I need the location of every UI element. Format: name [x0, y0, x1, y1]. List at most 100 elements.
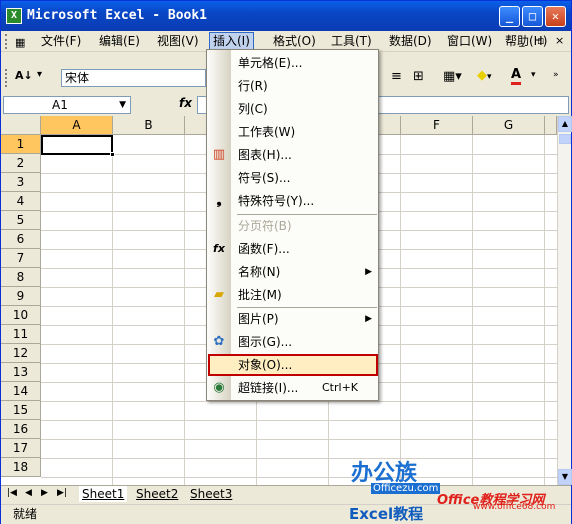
menu-item-symbol[interactable]: 符号(S)...: [208, 167, 378, 189]
menu-item-label: 函数(F)...: [238, 242, 290, 256]
name-box-value: A1: [52, 98, 68, 112]
row-header[interactable]: 13: [1, 363, 41, 382]
insert-function-icon[interactable]: fx: [179, 96, 192, 110]
row-header[interactable]: 15: [1, 401, 41, 420]
next-sheet-icon[interactable]: ▶: [41, 488, 48, 498]
window-title: Microsoft Excel - Book1: [27, 8, 208, 23]
menu-item-rows[interactable]: 行(R): [208, 75, 378, 97]
scroll-up-icon[interactable]: ▲: [558, 116, 572, 132]
row-header[interactable]: 11: [1, 325, 41, 344]
column-header[interactable]: B: [113, 116, 185, 135]
excel-doc-icon[interactable]: ▦: [11, 33, 29, 52]
maximize-button[interactable]: □: [522, 6, 543, 27]
font-color-icon[interactable]: A: [511, 68, 522, 85]
menu-item-cells[interactable]: 单元格(E)...: [208, 52, 378, 74]
column-header[interactable]: F: [401, 116, 473, 135]
menu-item-name[interactable]: 名称(N) ▶: [208, 261, 378, 283]
toolbar-grip[interactable]: [5, 69, 9, 87]
doc-close-icon[interactable]: ×: [555, 34, 564, 47]
sheet-tab-sheet1[interactable]: Sheet1: [79, 486, 128, 502]
menu-item-diagram[interactable]: ✿ 图示(G)...: [208, 331, 378, 353]
menu-item-special-symbol[interactable]: ❟ 特殊符号(Y)...: [208, 190, 378, 212]
row-header[interactable]: 2: [1, 154, 41, 173]
last-sheet-icon[interactable]: ▶|: [57, 488, 67, 498]
menu-item-page-break: 分页符(B): [208, 215, 378, 237]
menu-item-picture[interactable]: 图片(P) ▶: [208, 308, 378, 330]
doc-restore-icon[interactable]: ▫: [537, 34, 544, 47]
menu-item-label: 超链接(I)...: [238, 381, 299, 395]
first-sheet-icon[interactable]: |◀: [7, 488, 17, 498]
row-header[interactable]: 12: [1, 344, 41, 363]
row-header[interactable]: 8: [1, 268, 41, 287]
row-header[interactable]: 5: [1, 211, 41, 230]
row-header[interactable]: 14: [1, 382, 41, 401]
menu-item-label: 单元格(E)...: [238, 56, 303, 70]
submenu-arrow-icon: ▶: [365, 267, 372, 277]
menubar-grip[interactable]: [5, 34, 9, 49]
menu-item-function[interactable]: fx 函数(F)...: [208, 238, 378, 260]
gridline: [400, 135, 401, 485]
align-right-icon[interactable]: ≡: [391, 69, 402, 84]
row-header[interactable]: 3: [1, 173, 41, 192]
name-box-dropdown-icon[interactable]: ▼: [119, 97, 126, 113]
scroll-thumb[interactable]: [559, 134, 571, 144]
minimize-button[interactable]: _: [499, 6, 520, 27]
menu-window[interactable]: 窗口(W): [443, 32, 496, 51]
menu-item-columns[interactable]: 列(C): [208, 98, 378, 120]
doc-minimize-icon[interactable]: _: [519, 34, 525, 47]
row-header[interactable]: 17: [1, 439, 41, 458]
row-header[interactable]: 1: [1, 135, 41, 154]
row-header[interactable]: 18: [1, 458, 41, 477]
menu-item-label: 列(C): [238, 102, 268, 116]
menu-item-label: 图片(P): [238, 312, 279, 326]
borders-icon[interactable]: ▦▾: [443, 69, 462, 84]
fill-handle[interactable]: [110, 152, 115, 157]
column-header[interactable]: G: [473, 116, 545, 135]
font-color-dropdown-icon[interactable]: ▾: [531, 70, 536, 80]
sheet-tab-sheet3[interactable]: Sheet3: [187, 486, 235, 502]
menu-item-label: 批注(M): [238, 288, 282, 302]
vertical-scrollbar[interactable]: ▲ ▼: [557, 116, 572, 485]
menu-edit[interactable]: 编辑(E): [95, 32, 144, 51]
row-header[interactable]: 6: [1, 230, 41, 249]
sheet-tab-sheet2[interactable]: Sheet2: [133, 486, 181, 502]
row-header[interactable]: 9: [1, 287, 41, 306]
excel-app-icon[interactable]: X: [6, 8, 22, 24]
toolbar-options-icon[interactable]: ▾: [37, 69, 42, 80]
gridline: [41, 477, 557, 478]
gridline: [41, 401, 557, 402]
menu-item-label: 对象(O)...: [238, 358, 293, 372]
menu-item-object[interactable]: 对象(O)...: [208, 354, 378, 376]
menu-item-hyperlink[interactable]: ◉ 超链接(I)... Ctrl+K: [208, 377, 378, 399]
row-header[interactable]: 7: [1, 249, 41, 268]
scroll-down-icon[interactable]: ▼: [558, 469, 572, 485]
menu-file[interactable]: 文件(F): [37, 32, 85, 51]
row-header[interactable]: 10: [1, 306, 41, 325]
menu-item-label: 分页符(B): [238, 219, 292, 233]
row-header[interactable]: 4: [1, 192, 41, 211]
fill-color-icon[interactable]: ◆▾: [477, 68, 492, 83]
column-header[interactable]: A: [41, 116, 113, 135]
row-header[interactable]: 16: [1, 420, 41, 439]
sort-az-icon[interactable]: A↓: [15, 69, 33, 82]
prev-sheet-icon[interactable]: ◀: [25, 488, 32, 498]
menu-item-shortcut: Ctrl+K: [322, 381, 359, 394]
menu-item-chart[interactable]: ▥ 图表(H)...: [208, 144, 378, 166]
title-bar[interactable]: X Microsoft Excel - Book1 _ □ ✕: [1, 1, 571, 31]
menu-data[interactable]: 数据(D): [385, 32, 436, 51]
diagram-icon: ✿: [213, 334, 225, 349]
menu-item-worksheet[interactable]: 工作表(W): [208, 121, 378, 143]
merge-center-icon[interactable]: ⊞: [413, 69, 424, 84]
name-box[interactable]: A1 ▼: [3, 96, 131, 114]
insert-menu-dropdown: 单元格(E)... 行(R) 列(C) 工作表(W) ▥ 图表(H)... 符号…: [206, 49, 379, 401]
close-button[interactable]: ✕: [545, 6, 566, 27]
toolbar-overflow-icon[interactable]: »: [553, 70, 559, 80]
column-header-partial[interactable]: [545, 116, 557, 135]
menu-view[interactable]: 视图(V): [153, 32, 203, 51]
menu-item-label: 图表(H)...: [238, 148, 292, 162]
active-cell-a1[interactable]: [41, 135, 115, 157]
select-all-corner[interactable]: [1, 116, 41, 135]
excel-window: X Microsoft Excel - Book1 _ □ ✕ ▦ 文件(F) …: [0, 0, 572, 524]
font-name-select[interactable]: 宋体: [61, 69, 206, 87]
menu-item-comment[interactable]: ▰ 批注(M): [208, 284, 378, 306]
